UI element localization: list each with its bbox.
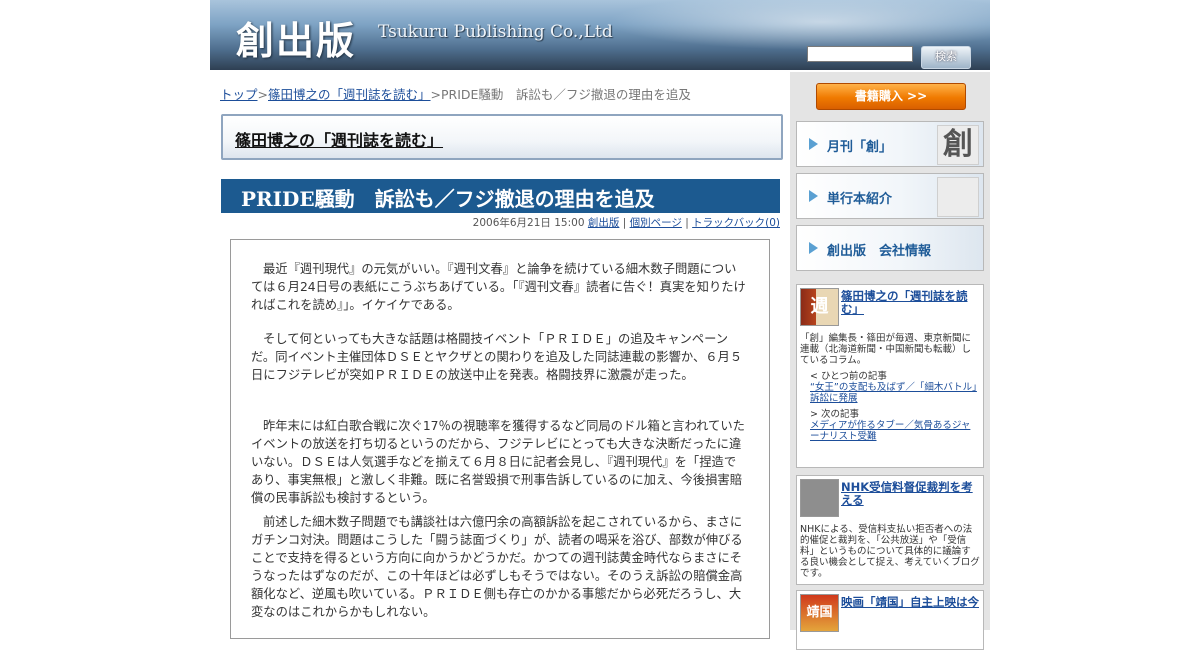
widget-nhk: NHK受信料督促裁判を考える NHKによる、受信料支払い拒否者への法的催促と裁判…	[796, 475, 984, 585]
book-covers-icon	[937, 177, 979, 217]
search-input[interactable]	[807, 46, 913, 62]
nav-books[interactable]: 単行本紹介	[796, 173, 984, 219]
widget-yasukuni: 靖国 映画「靖国」自主上映は今	[796, 590, 984, 650]
nav-label: 創出版 会社情報	[827, 244, 932, 259]
prev-article-link[interactable]: “女王”の支配も及ばず／「細木バトル」訴訟に発展	[810, 382, 978, 404]
next-article-label: > 次の記事	[810, 409, 859, 420]
yasukuni-thumbnail: 靖国	[800, 594, 839, 632]
nav-label: 月刊「創」	[827, 140, 893, 155]
arrow-right-icon	[809, 138, 818, 150]
site-logo[interactable]: 創出版	[236, 10, 356, 65]
breadcrumb-top-link[interactable]: トップ	[220, 87, 258, 102]
nhk-thumbnail	[800, 479, 839, 517]
meta-separator: |	[622, 217, 627, 229]
article-paragraph: 昨年末には紅白歌合戦に次ぐ17％の視聴率を獲得するなど同局のドル箱と言われていた…	[251, 419, 745, 505]
search-button[interactable]: 検索	[921, 46, 971, 69]
article-title: PRIDE騒動 訴訟も／フジ撤退の理由を追及	[241, 187, 655, 211]
article-paragraph: そして何といっても大きな話題は格闘技イベント「ＰＲＩＤＥ」の追及キャンペーンだ。…	[251, 332, 743, 382]
sidebar: 書籍購入 >> 月刊「創」 創 単行本紹介 創出版 会社情報 週 篠田博之の「週…	[790, 72, 990, 650]
prev-article-label: < ひとつ前の記事	[810, 371, 887, 382]
arrow-right-icon	[809, 190, 818, 202]
series-title-link[interactable]: 篠田博之の「週刊誌を読む」	[235, 127, 443, 151]
page: 創出版 Tsukuru Publishing Co.,Ltd 検索 トップ>篠田…	[210, 0, 990, 650]
widget-title-link[interactable]: 映画「靖国」自主上映は今	[841, 596, 979, 609]
breadcrumb-series-link[interactable]: 篠田博之の「週刊誌を読む」	[268, 87, 431, 102]
meta-separator: |	[685, 217, 689, 229]
breadcrumb: トップ>篠田博之の「週刊誌を読む」>PRIDE騒動 訴訟も／フジ撤退の理由を追及	[220, 84, 691, 103]
article-date: 2006年6月21日 15:00	[472, 217, 585, 229]
nav-label: 単行本紹介	[827, 192, 893, 207]
magazine-cover-icon: 創	[937, 125, 979, 165]
site-header: 創出版 Tsukuru Publishing Co.,Ltd 検索	[210, 0, 990, 70]
widget-title-link[interactable]: 篠田博之の「週刊誌を読む」	[841, 290, 979, 316]
series-header: 篠田博之の「週刊誌を読む」	[221, 114, 783, 160]
column-thumbnail: 週	[800, 288, 839, 326]
nav-monthly-tsukuru[interactable]: 月刊「創」 創	[796, 121, 984, 167]
widget-title-link[interactable]: NHK受信料督促裁判を考える	[841, 481, 979, 507]
article-paragraph: 最近『週刊現代』の元気がいい。『週刊文春』と論争を続けている細木数子問題について…	[251, 262, 746, 312]
article-meta: 2006年6月21日 15:00 創出版 | 個別ページ | トラックバック(0…	[473, 215, 780, 230]
widget-shinoda-column: 週 篠田博之の「週刊誌を読む」 「創」編集長・篠田が毎週、東京新聞に連載（北海道…	[796, 284, 984, 468]
category-link[interactable]: 創出版	[588, 217, 620, 229]
article-paragraph: 前述した細木数子問題でも講談社は六億円余の高額訴訟を起こされているから、まさにガ…	[251, 515, 743, 619]
main-content: トップ>篠田博之の「週刊誌を読む」>PRIDE騒動 訴訟も／フジ撤退の理由を追及…	[210, 72, 790, 639]
widget-description: NHKによる、受信料支払い拒否者への法的催促と裁判を、「公共放送」や「受信料」と…	[800, 524, 980, 579]
breadcrumb-separator: >	[430, 87, 441, 102]
arrow-right-icon	[809, 242, 818, 254]
site-logo-english: Tsukuru Publishing Co.,Ltd	[378, 22, 613, 42]
trackback-link[interactable]: トラックバック(0)	[692, 217, 780, 229]
breadcrumb-separator: >	[257, 87, 268, 102]
article-title-bar: PRIDE騒動 訴訟も／フジ撤退の理由を追及	[221, 179, 780, 213]
buy-books-button[interactable]: 書籍購入 >>	[816, 83, 966, 110]
permalink-link[interactable]: 個別ページ	[630, 217, 682, 229]
next-article-link[interactable]: メディアが作るタブー／気骨あるジャーナリスト受難	[810, 420, 978, 442]
article-body: 最近『週刊現代』の元気がいい。『週刊文春』と論争を続けている細木数子問題について…	[230, 239, 770, 639]
widget-description: 「創」編集長・篠田が毎週、東京新聞に連載（北海道新聞・中国新聞も転載）しているコ…	[800, 333, 972, 366]
nav-company-info[interactable]: 創出版 会社情報	[796, 225, 984, 271]
breadcrumb-current: PRIDE騒動 訴訟も／フジ撤退の理由を追及	[441, 87, 691, 102]
